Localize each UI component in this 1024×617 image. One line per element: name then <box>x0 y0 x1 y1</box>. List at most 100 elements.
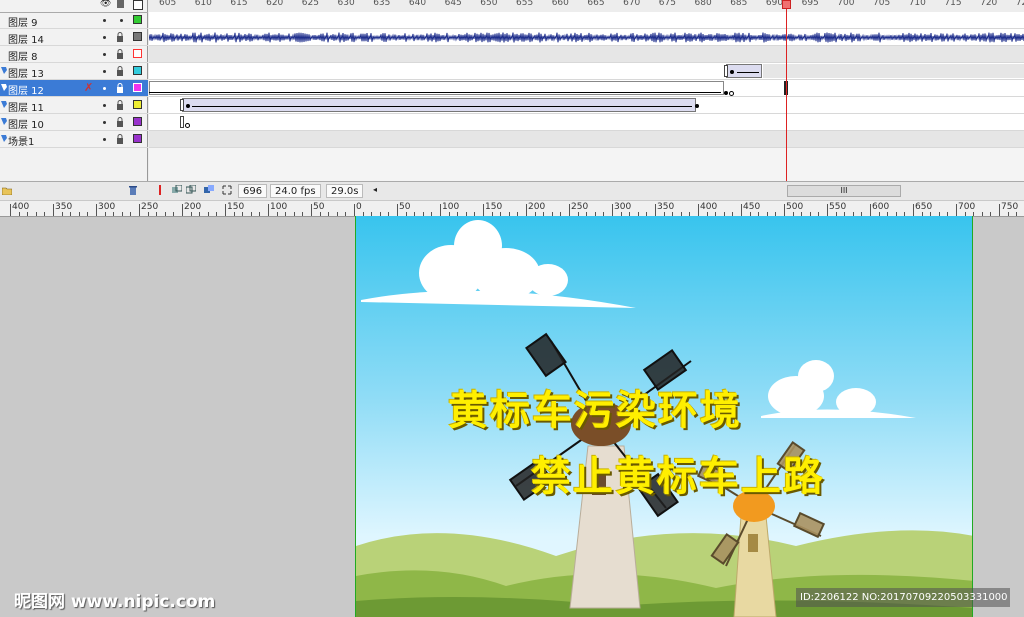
visibility-dot[interactable] <box>103 121 106 124</box>
stage-ruler-tick <box>268 204 269 216</box>
frame-area[interactable]: 605 610 615 620 625 630 635 640 645 650 655 660 665 6… <box>149 0 1024 200</box>
layer-row[interactable]: 图层 13 <box>0 63 148 80</box>
keyframe[interactable] <box>695 104 699 108</box>
lock-dot[interactable] <box>120 19 123 22</box>
onion-outline-icon[interactable] <box>186 185 196 195</box>
frame-row[interactable] <box>149 12 1024 29</box>
lock-icon[interactable] <box>116 49 124 59</box>
frame-ruler-label: 720 <box>980 0 998 8</box>
stage-ruler-tick <box>569 204 570 216</box>
lock-icon[interactable] <box>116 117 124 127</box>
stage-ruler[interactable]: 400 350 300 250 200 150 100 50 0 50 100 150 200 250 30… <box>0 201 1024 217</box>
layer-name: 图层 9 <box>8 18 38 29</box>
motion-tween[interactable] <box>182 98 696 112</box>
frame-span[interactable] <box>763 64 1024 78</box>
playhead[interactable] <box>786 0 787 181</box>
stage-ruler-label: 100 <box>270 202 288 212</box>
frame-rate-field[interactable]: 24.0 fps <box>270 184 321 198</box>
stage-ruler-tick <box>250 212 252 216</box>
guided-layer-icon <box>1 135 7 142</box>
frame-row[interactable] <box>149 46 1024 63</box>
visibility-dot[interactable] <box>103 104 106 107</box>
layer-row[interactable]: 图层 10 <box>0 114 148 131</box>
stage-ruler-tick <box>190 212 192 216</box>
frame-row[interactable] <box>149 80 1024 97</box>
visibility-dot[interactable] <box>103 19 106 22</box>
frame-row-audio[interactable] <box>149 29 1024 46</box>
playhead-handle[interactable] <box>782 0 791 9</box>
stage-ruler-tick <box>397 204 398 216</box>
stage-ruler-label: 350 <box>657 202 675 212</box>
visibility-dot[interactable] <box>103 70 106 73</box>
layer-row[interactable]: 图层 8 <box>0 46 148 63</box>
stage-ruler-tick <box>44 212 46 216</box>
current-frame-field[interactable]: 696 <box>238 184 268 198</box>
frame-ruler-label: 700 <box>837 0 855 8</box>
title-line-2[interactable]: 禁止黄标车上路 <box>531 444 825 502</box>
layer-name: 场景1 <box>8 137 35 148</box>
stage-ruler-tick <box>259 212 261 216</box>
frame-ruler-label: 630 <box>337 0 355 8</box>
eye-icon[interactable]: 👁 <box>100 0 111 9</box>
scroll-left-arrow[interactable]: ◂ <box>373 185 377 194</box>
stage-ruler-label: 200 <box>528 202 546 212</box>
layer-row-selected[interactable]: 图层 12 ✗ <box>0 80 148 97</box>
frame-row[interactable] <box>149 114 1024 131</box>
layer-color-swatch[interactable] <box>133 32 142 41</box>
modify-markers-icon[interactable] <box>222 185 232 195</box>
lock-icon[interactable] <box>116 66 124 76</box>
layer-color-swatch[interactable] <box>133 134 142 143</box>
keyframe-marker[interactable] <box>180 116 184 128</box>
layer-row[interactable]: 图层 9 <box>0 12 148 29</box>
edit-multiple-frames-icon[interactable] <box>204 185 214 195</box>
keyframe[interactable] <box>730 70 734 74</box>
layer-color-swatch[interactable] <box>133 117 142 126</box>
layer-color-swatch[interactable] <box>133 66 142 75</box>
stage-ruler-label: 400 <box>700 202 718 212</box>
stage-ruler-tick <box>354 204 355 216</box>
lock-icon[interactable] <box>116 100 124 110</box>
stage-ruler-label: 400 <box>12 202 30 212</box>
title-line-1[interactable]: 黄标车污染环境 <box>448 378 742 436</box>
layer-color-swatch[interactable] <box>133 49 142 58</box>
frame-ruler-label: 660 <box>551 0 569 8</box>
layer-color-swatch[interactable] <box>133 15 142 24</box>
frame-row[interactable] <box>149 97 1024 114</box>
keyframe[interactable] <box>724 91 728 95</box>
lock-all-icon[interactable] <box>117 0 124 8</box>
keyframe-empty[interactable] <box>185 123 190 128</box>
visibility-dot[interactable] <box>103 53 106 56</box>
keyframe-marker[interactable] <box>180 99 184 111</box>
layer-row[interactable]: 场景1 <box>0 131 148 148</box>
keyframe-empty[interactable] <box>729 91 734 96</box>
new-folder-icon[interactable] <box>2 185 12 195</box>
keyframe-marker[interactable] <box>724 65 728 77</box>
trash-icon[interactable] <box>128 185 138 195</box>
layer-name: 图层 13 <box>8 69 44 80</box>
lock-icon[interactable] <box>116 83 124 93</box>
frame-row[interactable] <box>149 131 1024 148</box>
visibility-dot[interactable] <box>103 87 106 90</box>
onion-skin-icon[interactable] <box>172 185 182 195</box>
layer-row[interactable]: 图层 11 <box>0 97 148 114</box>
stage-ruler-tick <box>913 204 914 216</box>
frame-row[interactable] <box>149 63 1024 80</box>
stage-ruler-tick <box>78 212 80 216</box>
lock-icon[interactable] <box>116 32 124 42</box>
layer-color-swatch[interactable] <box>133 83 142 92</box>
keyframe[interactable] <box>186 104 190 108</box>
layer-color-swatch[interactable] <box>133 100 142 109</box>
stage-ruler-tick <box>104 212 106 216</box>
visibility-dot[interactable] <box>103 138 106 141</box>
outline-all-icon[interactable] <box>133 0 143 10</box>
layer-row[interactable]: 图层 14 <box>0 29 148 46</box>
visibility-dot[interactable] <box>103 36 106 39</box>
stage-canvas[interactable]: 黄标车污染环境 禁止黄标车上路 <box>355 216 973 617</box>
scroll-grip[interactable]: III <box>840 186 847 195</box>
elapsed-time-field[interactable]: 29.0s <box>326 184 364 198</box>
lock-icon[interactable] <box>116 134 124 144</box>
timeline-scrollbar[interactable]: III <box>787 185 901 197</box>
center-frame-icon[interactable] <box>155 185 165 195</box>
stage-ruler-tick <box>96 204 97 216</box>
layer-name: 图层 12 <box>8 86 44 97</box>
